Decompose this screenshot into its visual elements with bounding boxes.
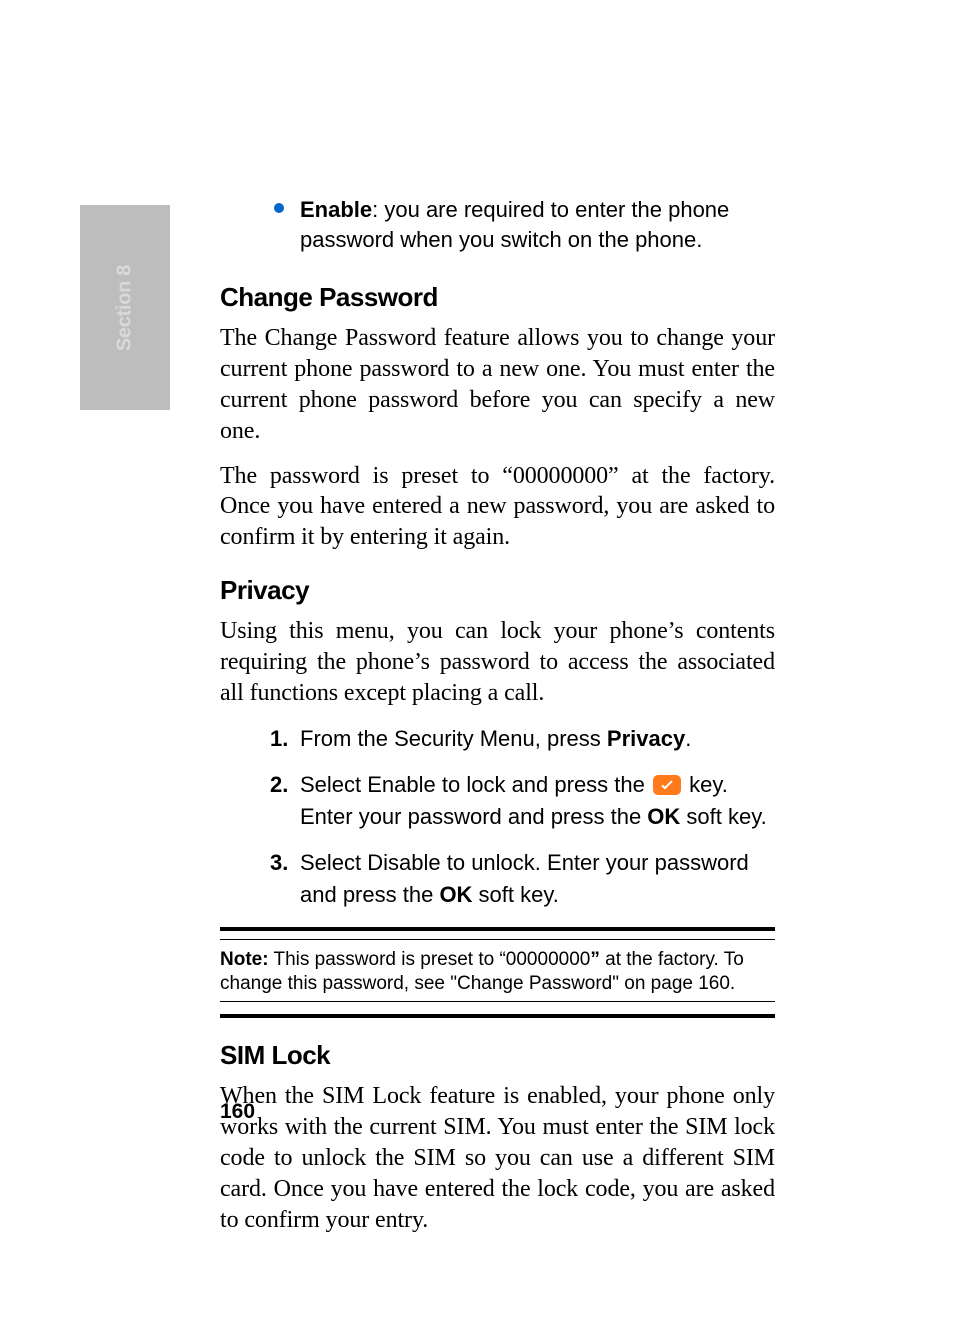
sim-lock-para-1: When the SIM Lock feature is enabled, yo… (220, 1081, 775, 1236)
section-tab-label: Section 8 (114, 264, 137, 350)
change-password-para-1: The Change Password feature allows you t… (220, 323, 775, 447)
heading-sim-lock: SIM Lock (220, 1040, 775, 1071)
page-number: 160 (220, 1100, 255, 1124)
note-label: Note: (220, 949, 269, 970)
step-number: 2. (270, 769, 288, 801)
step-3: 3. Select Disable to unlock. Enter your … (300, 847, 775, 911)
heading-change-password: Change Password (220, 282, 775, 313)
bullet-dot-icon (274, 203, 284, 213)
section-tab: Section 8 (80, 205, 170, 410)
note-bold-quote: ” (590, 949, 600, 970)
note-text: Note: This password is preset to “000000… (220, 948, 775, 997)
divider-thin-top (220, 939, 775, 940)
change-password-para-2: The password is preset to “00000000” at … (220, 461, 775, 554)
step-text-post: . (685, 726, 691, 751)
page-content: Enable: you are required to enter the ph… (220, 195, 775, 1250)
step-2: 2. Select Enable to lock and press the k… (300, 769, 775, 833)
divider-thick-bottom (220, 1014, 775, 1018)
note-t1: This password is preset to “00000000 (269, 949, 591, 970)
step-number: 1. (270, 723, 288, 755)
privacy-steps: 1. From the Security Menu, press Privacy… (220, 723, 775, 910)
heading-privacy: Privacy (220, 575, 775, 606)
step-text-pre: From the Security Menu, press (300, 726, 607, 751)
step-bold: OK (647, 804, 680, 829)
bullet-item-enable: Enable: you are required to enter the ph… (300, 195, 775, 256)
step-1: 1. From the Security Menu, press Privacy… (300, 723, 775, 755)
step-bold: OK (439, 882, 472, 907)
ok-key-icon (653, 775, 681, 795)
divider-thin-bottom (220, 1001, 775, 1002)
step-text-post: soft key. (680, 804, 766, 829)
step-bold: Privacy (607, 726, 685, 751)
step-number: 3. (270, 847, 288, 879)
step-text-post: soft key. (472, 882, 558, 907)
privacy-intro: Using this menu, you can lock your phone… (220, 616, 775, 709)
bullet-label: Enable (300, 197, 372, 222)
step-text-pre: Select Enable to lock and press the (300, 772, 651, 797)
document-page: Section 8 Enable: you are required to en… (0, 0, 954, 1319)
divider-thick-top (220, 927, 775, 931)
